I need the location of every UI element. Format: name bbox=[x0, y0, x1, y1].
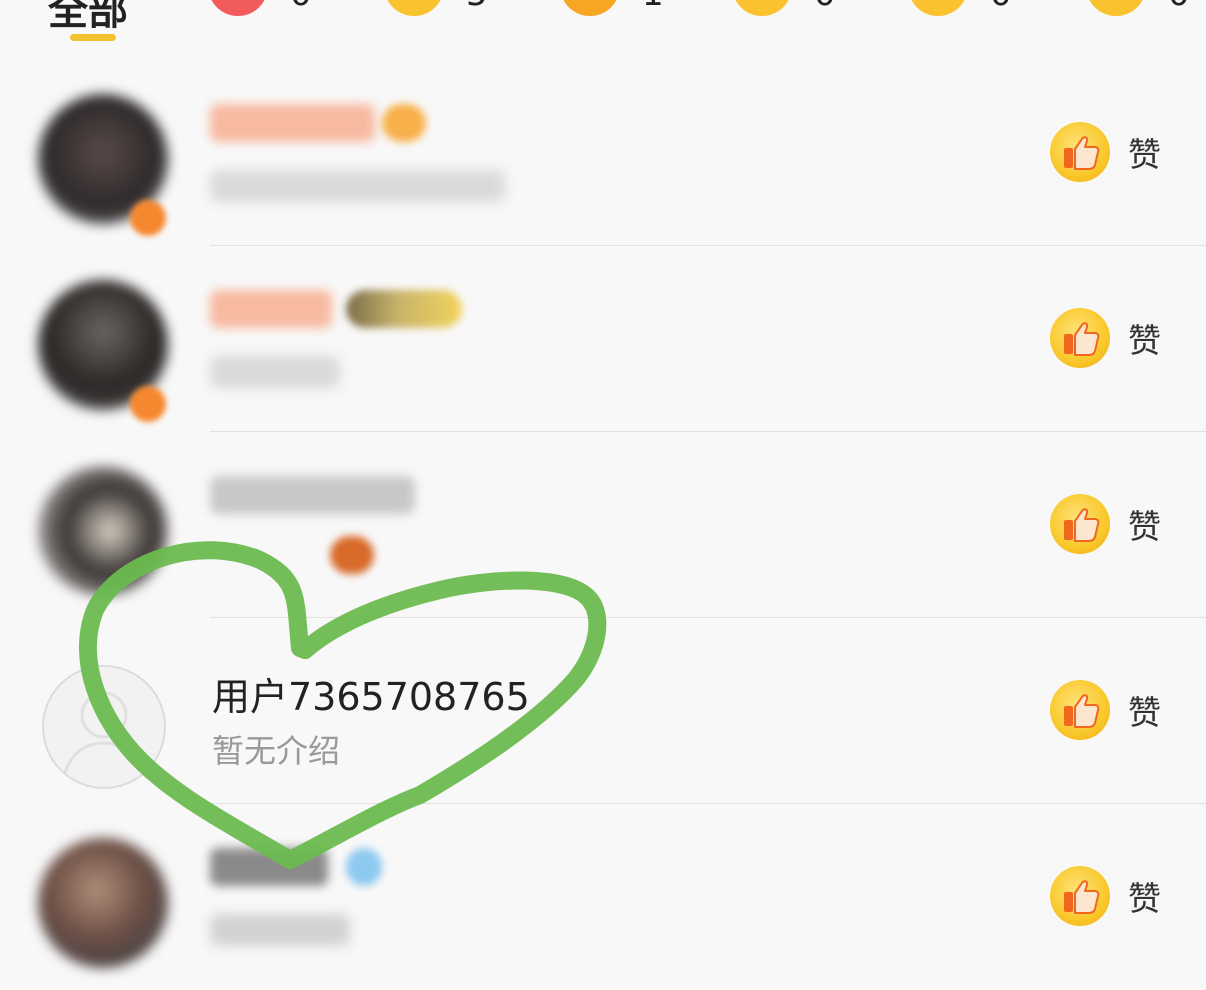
thumbs-up-icon bbox=[384, 0, 444, 16]
thumbs-up-icon[interactable] bbox=[1050, 122, 1110, 182]
thumbs-up-icon[interactable] bbox=[1050, 308, 1110, 368]
user-name-redacted bbox=[210, 290, 332, 328]
reaction-tab-bar: 全部 0 5 1 0 0 0 bbox=[0, 0, 1206, 62]
user-name-redacted bbox=[210, 104, 375, 142]
surprised-icon bbox=[908, 0, 968, 16]
list-item[interactable]: 赞 bbox=[0, 246, 1206, 432]
user-badge-redacted bbox=[382, 104, 426, 142]
user-badge-redacted bbox=[330, 536, 374, 574]
user-name[interactable]: 用户7365708765 bbox=[212, 666, 530, 721]
user-description-redacted bbox=[210, 914, 350, 946]
verified-badge-redacted bbox=[346, 848, 382, 886]
like-label[interactable]: 赞 bbox=[1128, 686, 1161, 734]
like-label[interactable]: 赞 bbox=[1128, 872, 1161, 920]
list-item[interactable]: 赞 bbox=[0, 804, 1206, 990]
tab-count: 0 bbox=[990, 0, 1012, 14]
thumbs-up-icon[interactable] bbox=[1050, 866, 1110, 926]
tab-active-indicator bbox=[70, 34, 116, 41]
user-description-redacted bbox=[210, 170, 505, 202]
like-label[interactable]: 赞 bbox=[1128, 128, 1161, 176]
user-description: 暂无介绍 bbox=[212, 732, 341, 770]
user-badge-redacted bbox=[346, 290, 462, 328]
default-avatar[interactable] bbox=[42, 665, 166, 789]
tab-count: 1 bbox=[642, 0, 664, 14]
avatar-badge bbox=[130, 200, 166, 236]
tab-count: 5 bbox=[466, 0, 488, 14]
smile-icon bbox=[732, 0, 792, 16]
tab-count: 0 bbox=[290, 0, 312, 14]
user-name-redacted bbox=[210, 476, 415, 514]
comment-icon bbox=[560, 0, 620, 16]
user-name-redacted bbox=[210, 848, 328, 886]
thumbs-up-icon[interactable] bbox=[1050, 680, 1110, 740]
tab-all[interactable]: 全部 bbox=[48, 0, 128, 36]
avatar-badge bbox=[130, 386, 166, 422]
avatar[interactable] bbox=[38, 838, 168, 968]
tab-count: 0 bbox=[1168, 0, 1190, 14]
thumbs-up-icon[interactable] bbox=[1050, 494, 1110, 554]
user-description-redacted bbox=[210, 356, 340, 388]
tab-count: 0 bbox=[814, 0, 836, 14]
list-item[interactable]: 用户7365708765 暂无介绍 赞 bbox=[0, 618, 1206, 804]
avatar[interactable] bbox=[38, 466, 168, 596]
list-item[interactable]: 赞 bbox=[0, 60, 1206, 246]
list-item[interactable]: 赞 bbox=[0, 432, 1206, 618]
sad-icon bbox=[1086, 0, 1146, 16]
heart-icon bbox=[208, 0, 268, 16]
user-silhouette-icon bbox=[60, 691, 148, 787]
like-label[interactable]: 赞 bbox=[1128, 314, 1161, 362]
like-label[interactable]: 赞 bbox=[1128, 500, 1161, 548]
